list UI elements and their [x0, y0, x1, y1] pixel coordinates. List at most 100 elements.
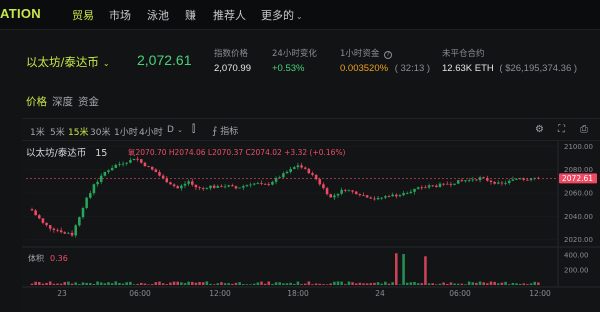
candles [30, 156, 540, 238]
pair-selector[interactable]: 以太坊/泰达币 ⌄ [26, 54, 110, 70]
candle-body [271, 181, 274, 185]
volume-bar [449, 282, 453, 285]
volume-tick-label: 400.00 [564, 251, 589, 259]
candle-body [85, 197, 88, 209]
candle-body [402, 193, 405, 196]
volume-bar [136, 283, 139, 285]
candle-body [526, 179, 529, 181]
top-nav: ATION 贸易 市场 泳池 赚 推荐人 更多的 ⌄ [0, 0, 600, 30]
nav-referral[interactable]: 推荐人 [213, 7, 246, 23]
candle-body [158, 172, 161, 176]
volume-bar [431, 283, 434, 285]
candle-body [238, 187, 241, 189]
time-tick-label: 24 [375, 289, 385, 298]
candle-body [344, 189, 347, 191]
info-icon[interactable]: ? [384, 51, 393, 59]
brand-logo[interactable]: ATION [0, 6, 41, 21]
candle-body [245, 185, 249, 187]
candle-body [347, 190, 351, 192]
volume-bar [212, 284, 216, 285]
volume-bar [205, 281, 209, 285]
open-interest-usd: ( $26,195,374.36 ) [499, 63, 578, 74]
candle-body [278, 177, 281, 179]
volume-bar [380, 283, 383, 285]
nav-pool[interactable]: 泳池 [147, 7, 169, 23]
candle-body [424, 187, 427, 189]
volume-bar [405, 282, 409, 285]
candle-body [296, 165, 300, 168]
candle-body [446, 183, 449, 185]
volume-bar [376, 282, 380, 285]
candle-body [191, 181, 194, 185]
volume-bar [99, 282, 103, 285]
volume-bar [413, 281, 416, 285]
nav-market[interactable]: 市场 [109, 7, 131, 23]
volume-bar [282, 283, 285, 285]
ticker-bar: 以太坊/泰达币 ⌄ 2,072.61 指数价格 2,070.99 24小时变化 +… [0, 38, 600, 82]
volume-bar [140, 282, 143, 285]
candle-body [143, 162, 147, 167]
volume-bar [169, 282, 172, 285]
volume-bar [340, 281, 343, 285]
volume-bar [307, 281, 311, 285]
volume-bar [416, 283, 420, 285]
price-tick-label: 2060.00 [564, 190, 593, 198]
volume-bar [125, 282, 128, 285]
nav-trade[interactable]: 贸易 [72, 7, 94, 23]
volume-bar [427, 283, 431, 285]
candle-body [529, 178, 533, 180]
candle-body [252, 183, 256, 185]
volume-bar [300, 284, 303, 285]
candle-body [212, 185, 216, 188]
volume-bar [231, 283, 234, 285]
chart-panel: 1米 5米 15米 30米 1小时 4小时 D ⌄ ⫿ ⨍ 指标 ⚙ ⛶ ⎙ 以太坊… [22, 118, 600, 312]
volume-bar [48, 281, 52, 285]
volume-bar [522, 283, 526, 285]
volume-bar [70, 283, 74, 285]
candle-body [56, 229, 59, 231]
nav-more[interactable]: 更多的 ⌄ [261, 7, 303, 23]
volume-bar [369, 283, 373, 285]
volume-bar [504, 281, 507, 285]
volume-bar [373, 282, 376, 285]
candle-body [395, 194, 398, 197]
candlestick-chart[interactable]: 2100.002080.002060.002040.002020.00400.0… [22, 119, 600, 312]
candle-body [362, 195, 365, 196]
volume-bar [59, 283, 63, 285]
tab-depth[interactable]: 深度 [52, 94, 73, 109]
open-interest-value: 12.63K ETH ( $26,195,374.36 ) [442, 63, 577, 74]
pair-label: 以太坊/泰达币 [26, 55, 99, 69]
volume-bar [318, 283, 322, 285]
candle-body [336, 193, 340, 196]
volume-bar [147, 284, 150, 285]
volume-bar [252, 283, 256, 285]
candle-body [136, 158, 139, 160]
volume-bar [176, 281, 179, 285]
candle-body [435, 185, 438, 187]
nav-earn[interactable]: 赚 [185, 7, 196, 23]
candle-body [351, 190, 354, 192]
tab-funding[interactable]: 资金 [78, 94, 99, 109]
candle-body [274, 178, 278, 182]
volume-bar [129, 281, 132, 285]
volume-bar [456, 283, 460, 285]
volume-bar [296, 281, 300, 285]
candle-body [504, 183, 507, 184]
volume-bar [267, 281, 271, 285]
candle-body [384, 196, 387, 198]
candle-body [453, 183, 456, 185]
volume-bar [41, 283, 45, 285]
volume-bar [482, 282, 485, 285]
time-tick-label: 12:00 [209, 289, 231, 298]
volume-bar [220, 282, 223, 285]
candle-body [125, 162, 128, 164]
candle-body [511, 179, 515, 181]
volume-bar [165, 284, 169, 285]
candle-body [242, 186, 245, 188]
volume-bar [347, 281, 351, 285]
tab-price[interactable]: 价格 [26, 94, 47, 109]
open-interest-eth: 12.63K ETH [442, 63, 494, 74]
candle-body [78, 217, 81, 226]
volume-bar [314, 283, 318, 285]
volume-bar [489, 281, 493, 285]
